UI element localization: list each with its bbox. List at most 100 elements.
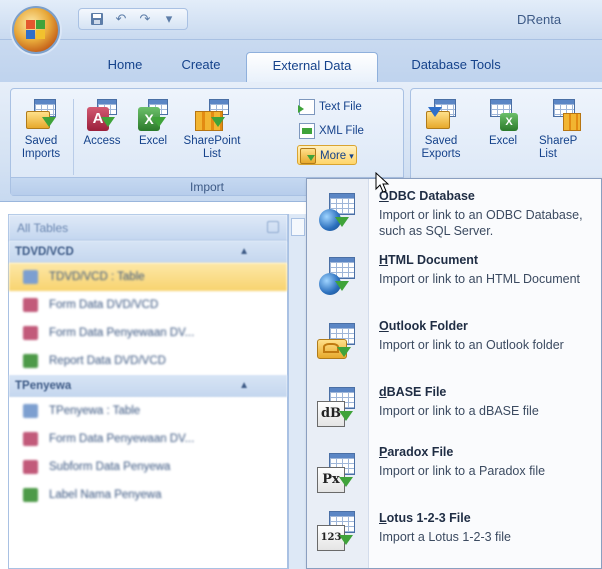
menu-item-odbc-database[interactable]: ODBC Database Import or link to an ODBC … (307, 179, 601, 245)
odbc-database-icon (317, 193, 357, 233)
more-import-menu: ODBC Database Import or link to an ODBC … (306, 178, 602, 569)
sharepoint-export-icon (549, 99, 583, 131)
dbase-file-title: dBASE File (379, 385, 447, 399)
nav-group-tdvd[interactable]: TDVD/VCD ▲ (9, 241, 287, 263)
nav-item-form[interactable]: Form Data Penyewaan DV... (9, 425, 287, 453)
outlook-folder-description: Import or link to an Outlook folder (379, 338, 564, 352)
more-button[interactable]: More ▾ (297, 145, 357, 165)
saved-exports-button[interactable]: Saved Exports (415, 99, 467, 161)
document-tab-icon[interactable] (291, 218, 305, 236)
nav-item-label: Form Data Penyewaan DV... (49, 433, 195, 445)
excel-icon: X (136, 99, 170, 131)
text-file-button[interactable]: Text File (297, 97, 362, 117)
sharepoint-export-label: ShareP List (539, 135, 578, 160)
sharepoint-list-icon (195, 99, 229, 131)
saved-exports-icon (424, 99, 458, 131)
tab-home[interactable]: Home (96, 52, 154, 82)
odbc-database-description: Import or link to an ODBC Database, such… (379, 208, 583, 238)
report-icon (23, 354, 38, 368)
nav-item-form[interactable]: Subform Data Penyewa (9, 453, 287, 481)
dbase-file-description: Import or link to a dBASE file (379, 404, 539, 418)
excel-export-label: Excel (488, 135, 518, 147)
menu-item-html-document[interactable]: HTML Document Import or link to an HTML … (307, 245, 601, 311)
nav-item-label: TPenyewa : Table (49, 405, 141, 417)
tab-external-data[interactable]: External Data (246, 52, 378, 82)
table-icon (23, 404, 38, 418)
paradox-file-title: Paradox File (379, 445, 454, 459)
save-icon[interactable] (87, 10, 107, 28)
outlook-folder-icon (317, 323, 357, 363)
tab-create[interactable]: Create (168, 52, 234, 82)
nav-pane-title: All Tables (17, 221, 69, 235)
paradox-file-icon: Px (317, 453, 357, 493)
saved-imports-label: Saved Imports (21, 135, 61, 160)
mouse-cursor-icon (375, 172, 390, 193)
nav-item-label: Form Data DVD/VCD (49, 299, 159, 311)
nav-item-label: Subform Data Penyewa (49, 461, 171, 473)
chevron-up-icon: ▲ (239, 246, 249, 257)
sharepoint-list-label: SharePoint List (183, 135, 241, 160)
access-import-button[interactable]: A Access (79, 99, 125, 148)
nav-item-label: Report Data DVD/VCD (49, 355, 166, 367)
html-document-icon (317, 257, 357, 297)
saved-imports-icon (24, 99, 58, 131)
nav-item-form[interactable]: Form Data Penyewaan DV... (9, 319, 287, 347)
undo-icon[interactable]: ↶ (111, 10, 131, 28)
odbc-database-title: ODBC Database (379, 189, 475, 203)
access-label: Access (83, 135, 121, 147)
excel-export-button[interactable]: X Excel (481, 99, 525, 148)
menu-item-dbase-file[interactable]: dB dBASE File Import or link to a dBASE … (307, 377, 601, 437)
form-icon (23, 298, 38, 312)
title-bar: ↶ ↷ ▾ DRenta (0, 0, 602, 40)
nav-item-label: Form Data Penyewaan DV... (49, 327, 195, 339)
menu-item-paradox-file[interactable]: Px Paradox File Import or link to a Para… (307, 437, 601, 503)
nav-item-report[interactable]: Report Data DVD/VCD (9, 347, 287, 375)
nav-item-label: TDVD/VCD : Table (49, 271, 145, 283)
office-logo-icon (26, 20, 46, 40)
ribbon-tabs: Home Create External Data Database Tools (0, 40, 602, 82)
saved-imports-button[interactable]: Saved Imports (15, 99, 67, 161)
xml-file-button[interactable]: XML File (297, 121, 364, 141)
access-icon: A (85, 99, 119, 131)
window-title: DRenta (517, 12, 562, 27)
excel-import-button[interactable]: X Excel (131, 99, 175, 148)
html-document-description: Import or link to an HTML Document (379, 272, 580, 286)
xml-file-icon (299, 123, 315, 139)
nav-pane-header[interactable]: All Tables (9, 215, 287, 241)
more-label: More (320, 150, 347, 162)
nav-item-form[interactable]: Form Data DVD/VCD (9, 291, 287, 319)
sharepoint-list-import-button[interactable]: SharePoint List (181, 99, 243, 161)
form-icon (23, 432, 38, 446)
more-icon (300, 148, 316, 164)
excel-export-icon: X (486, 99, 520, 131)
nav-group-label: TPenyewa (15, 380, 72, 392)
chevron-up-icon: ▲ (239, 380, 249, 391)
quick-access-toolbar: ↶ ↷ ▾ (78, 8, 188, 30)
nav-pane-menu-icon[interactable] (267, 221, 279, 233)
sharepoint-export-button[interactable]: ShareP List (539, 99, 601, 161)
nav-item-table[interactable]: TDVD/VCD : Table (9, 263, 287, 291)
report-icon (23, 488, 38, 502)
menu-item-outlook-folder[interactable]: Outlook Folder Import or link to an Outl… (307, 311, 601, 377)
document-area-edge (288, 214, 308, 569)
redo-icon[interactable]: ↷ (135, 10, 155, 28)
html-document-title: HTML Document (379, 253, 479, 267)
xml-file-label: XML File (319, 125, 364, 137)
saved-exports-label: Saved Exports (421, 135, 461, 160)
form-icon (23, 460, 38, 474)
nav-item-table[interactable]: TPenyewa : Table (9, 397, 287, 425)
table-icon (23, 270, 38, 284)
customize-icon[interactable]: ▾ (159, 10, 179, 28)
form-icon (23, 326, 38, 340)
nav-item-report[interactable]: Label Nama Penyewa (9, 481, 287, 509)
dbase-file-icon: dB (317, 387, 357, 427)
nav-group-label: TDVD/VCD (15, 246, 74, 258)
text-file-label: Text File (319, 101, 362, 113)
tab-database-tools[interactable]: Database Tools (394, 52, 518, 82)
office-button[interactable] (12, 6, 60, 54)
paradox-file-description: Import or link to a Paradox file (379, 464, 546, 478)
menu-item-lotus-file[interactable]: 123 Lotus 1-2-3 File Import a Lotus 1-2-… (307, 503, 601, 563)
nav-group-tpenyewa[interactable]: TPenyewa ▲ (9, 375, 287, 397)
excel-label: Excel (138, 135, 168, 147)
nav-item-label: Label Nama Penyewa (49, 489, 162, 501)
